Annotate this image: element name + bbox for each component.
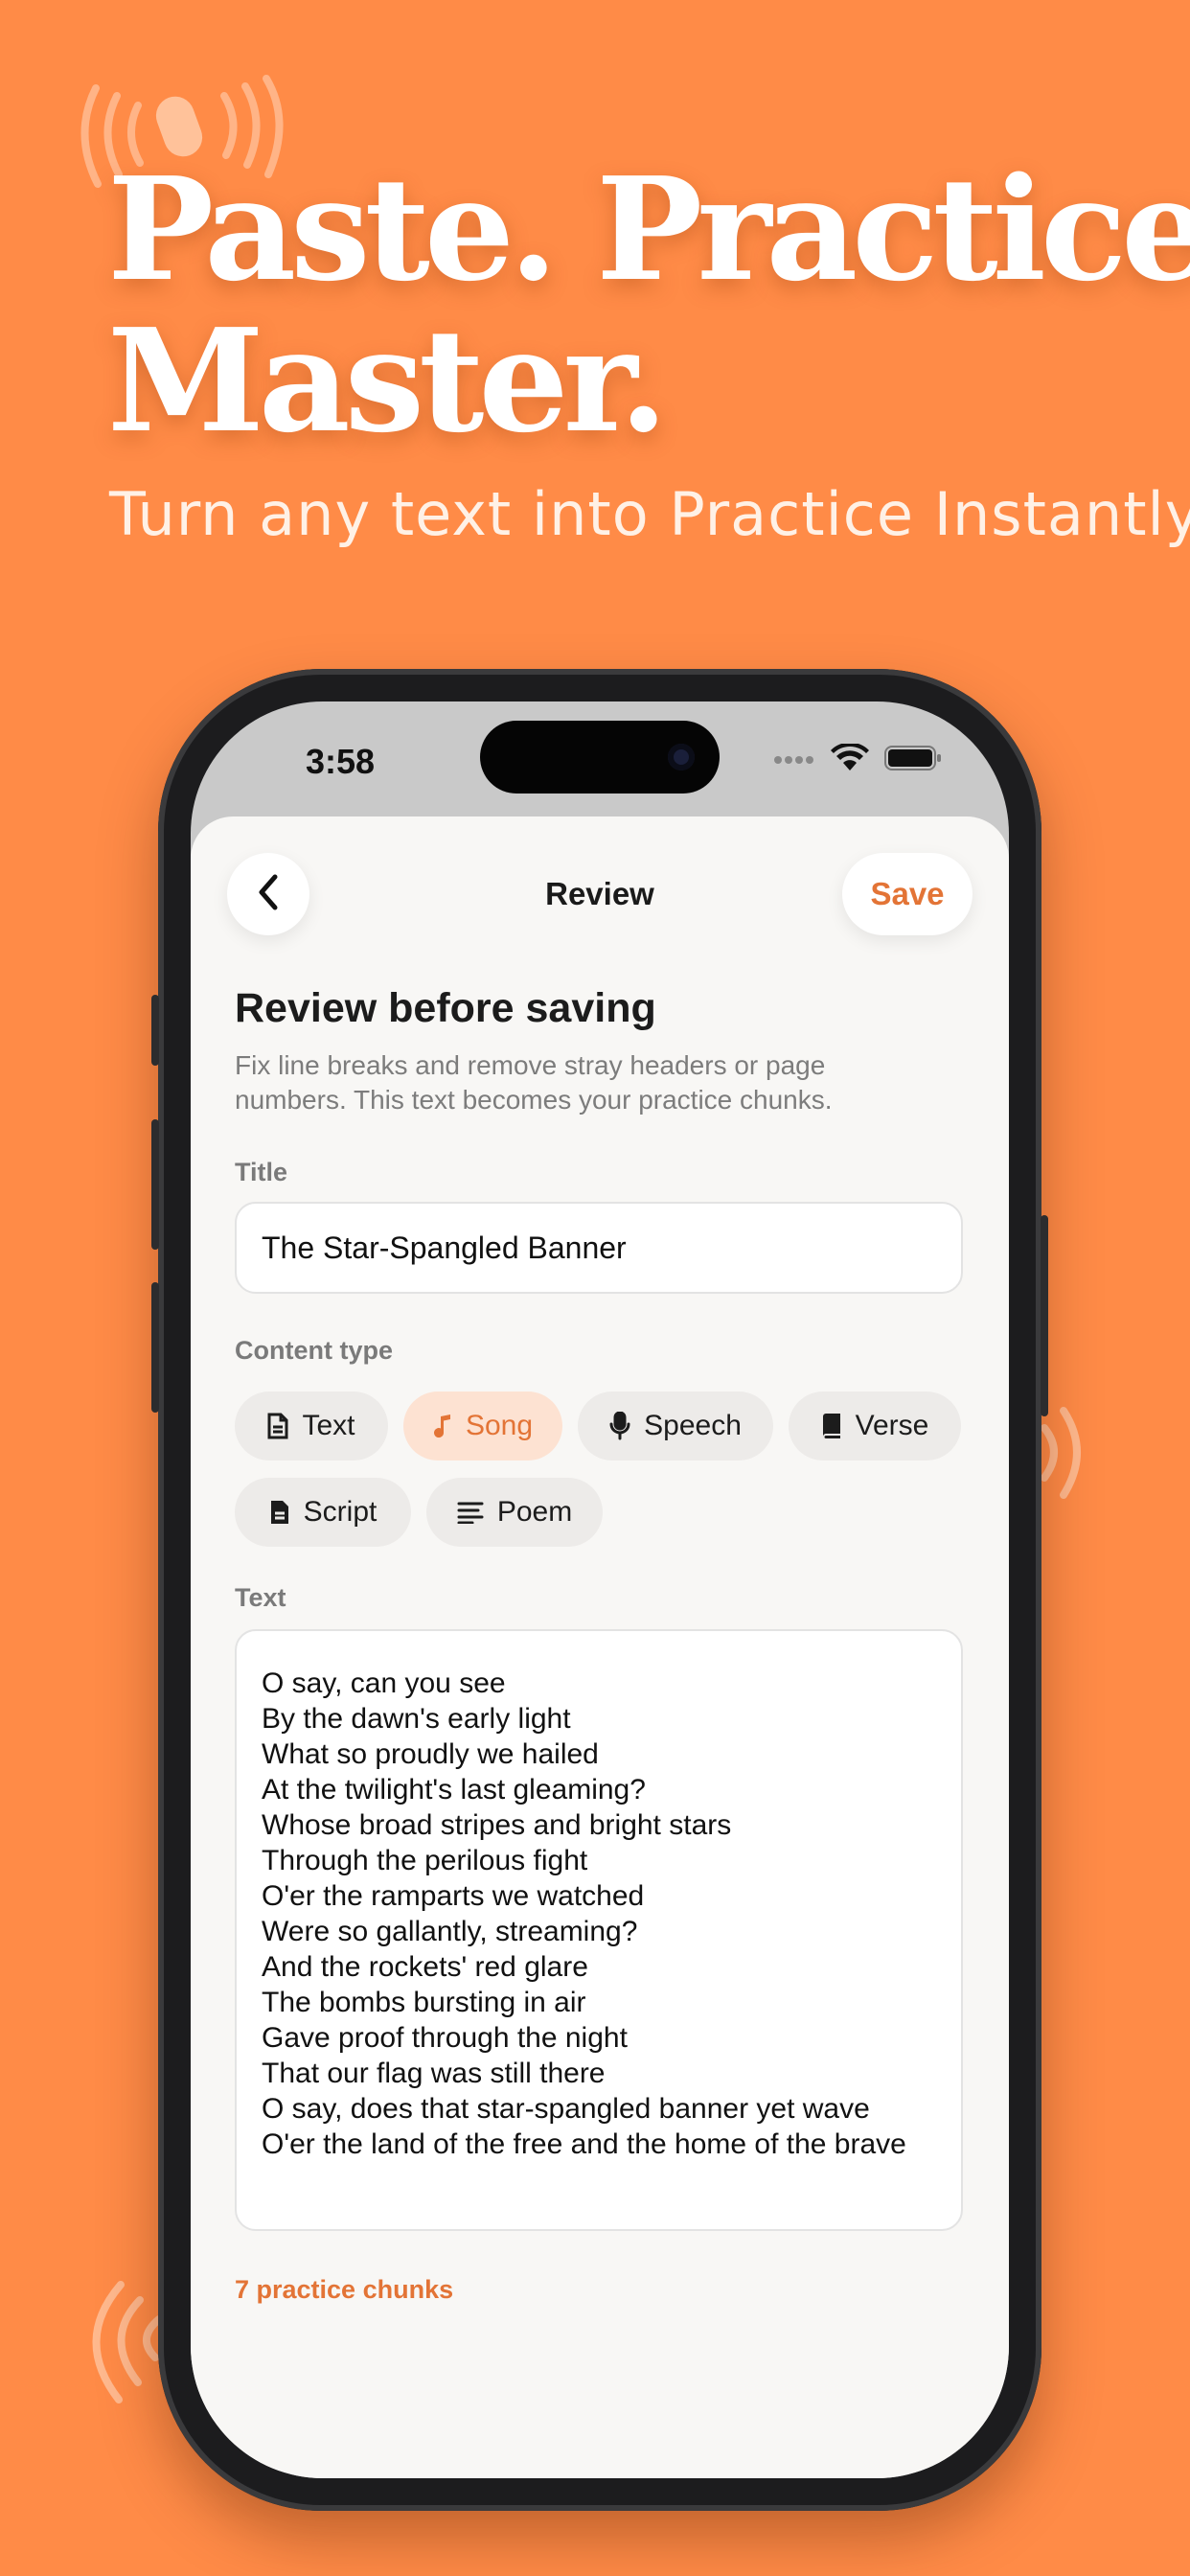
signal-dots-icon <box>773 752 815 770</box>
script-icon <box>269 1499 290 1526</box>
volume-up-button <box>151 1119 159 1250</box>
text-line: That our flag was still there <box>262 2058 606 2089</box>
headline-line-1: Paste. Practice. <box>107 146 1190 312</box>
chip-verse[interactable]: Verse <box>789 1392 961 1460</box>
text-line: O say, can you see <box>262 1668 506 1699</box>
hero-subheadline: Turn any text into Practice Instantly <box>109 479 1190 549</box>
chip-label: Script <box>303 1496 378 1528</box>
title-label: Title <box>235 1158 288 1186</box>
text-line: And the rockets' red glare <box>262 1951 588 1983</box>
status-icons <box>773 742 942 777</box>
review-sheet: Review Save Review before saving Fix lin… <box>191 816 1009 2478</box>
hero-headline: Paste. Practice. Master. <box>107 146 1190 464</box>
text-line: Through the perilous fight <box>262 1845 588 1876</box>
save-button[interactable]: Save <box>842 853 973 935</box>
practice-chunk-count: 7 practice chunks <box>235 2275 454 2304</box>
music-note-icon <box>433 1413 452 1439</box>
chip-label: Text <box>302 1410 355 1441</box>
headline-line-2: Master. <box>107 297 668 464</box>
text-line: O'er the land of the free and the home o… <box>262 2128 906 2160</box>
chip-song[interactable]: Song <box>403 1392 562 1460</box>
chip-label: Verse <box>855 1410 929 1441</box>
text-line: The bombs bursting in air <box>262 1987 586 2018</box>
camera-icon <box>668 744 695 770</box>
text-line: At the twilight's last gleaming? <box>262 1774 646 1806</box>
lines-icon <box>457 1501 484 1524</box>
volume-down-button <box>151 1282 159 1413</box>
chip-label: Speech <box>644 1410 742 1441</box>
text-line: Were so gallantly, streaming? <box>262 1916 638 1947</box>
status-time: 3:58 <box>306 742 376 781</box>
phone-screen: 3:58 Review Save Review before saving Fi… <box>191 702 1009 2478</box>
dynamic-island <box>480 721 720 794</box>
chip-text[interactable]: Text <box>235 1392 388 1460</box>
lyrics-text-area[interactable]: O say, can you see By the dawn's early l… <box>235 1629 963 2231</box>
title-input-value: The Star-Spangled Banner <box>262 1230 627 1265</box>
title-input[interactable]: The Star-Spangled Banner <box>235 1202 963 1294</box>
chip-label: Song <box>465 1410 534 1441</box>
text-line: What so proudly we hailed <box>262 1738 599 1770</box>
chip-script[interactable]: Script <box>235 1478 411 1547</box>
battery-icon <box>884 745 942 776</box>
text-line: By the dawn's early light <box>262 1703 571 1735</box>
book-icon <box>821 1413 842 1439</box>
phone-frame: 3:58 Review Save Review before saving Fi… <box>151 669 1048 2511</box>
page-description: Fix line breaks and remove stray headers… <box>235 1050 833 1115</box>
action-button <box>151 995 159 1066</box>
chip-poem[interactable]: Poem <box>426 1478 603 1547</box>
chip-label: Poem <box>496 1496 573 1528</box>
chip-speech[interactable]: Speech <box>578 1392 773 1460</box>
text-line: O'er the ramparts we watched <box>262 1880 645 1912</box>
content-type-label: Content type <box>235 1336 393 1365</box>
document-icon <box>267 1413 288 1439</box>
wifi-icon <box>831 742 869 777</box>
microphone-icon <box>609 1412 630 1440</box>
page-heading: Review before saving <box>235 985 656 1031</box>
text-line: Whose broad stripes and bright stars <box>262 1809 732 1841</box>
text-label: Text <box>235 1583 286 1612</box>
power-button <box>1041 1215 1048 1416</box>
text-line: O say, does that star-spangled banner ye… <box>262 2093 870 2125</box>
text-line: Gave proof through the night <box>262 2022 628 2054</box>
